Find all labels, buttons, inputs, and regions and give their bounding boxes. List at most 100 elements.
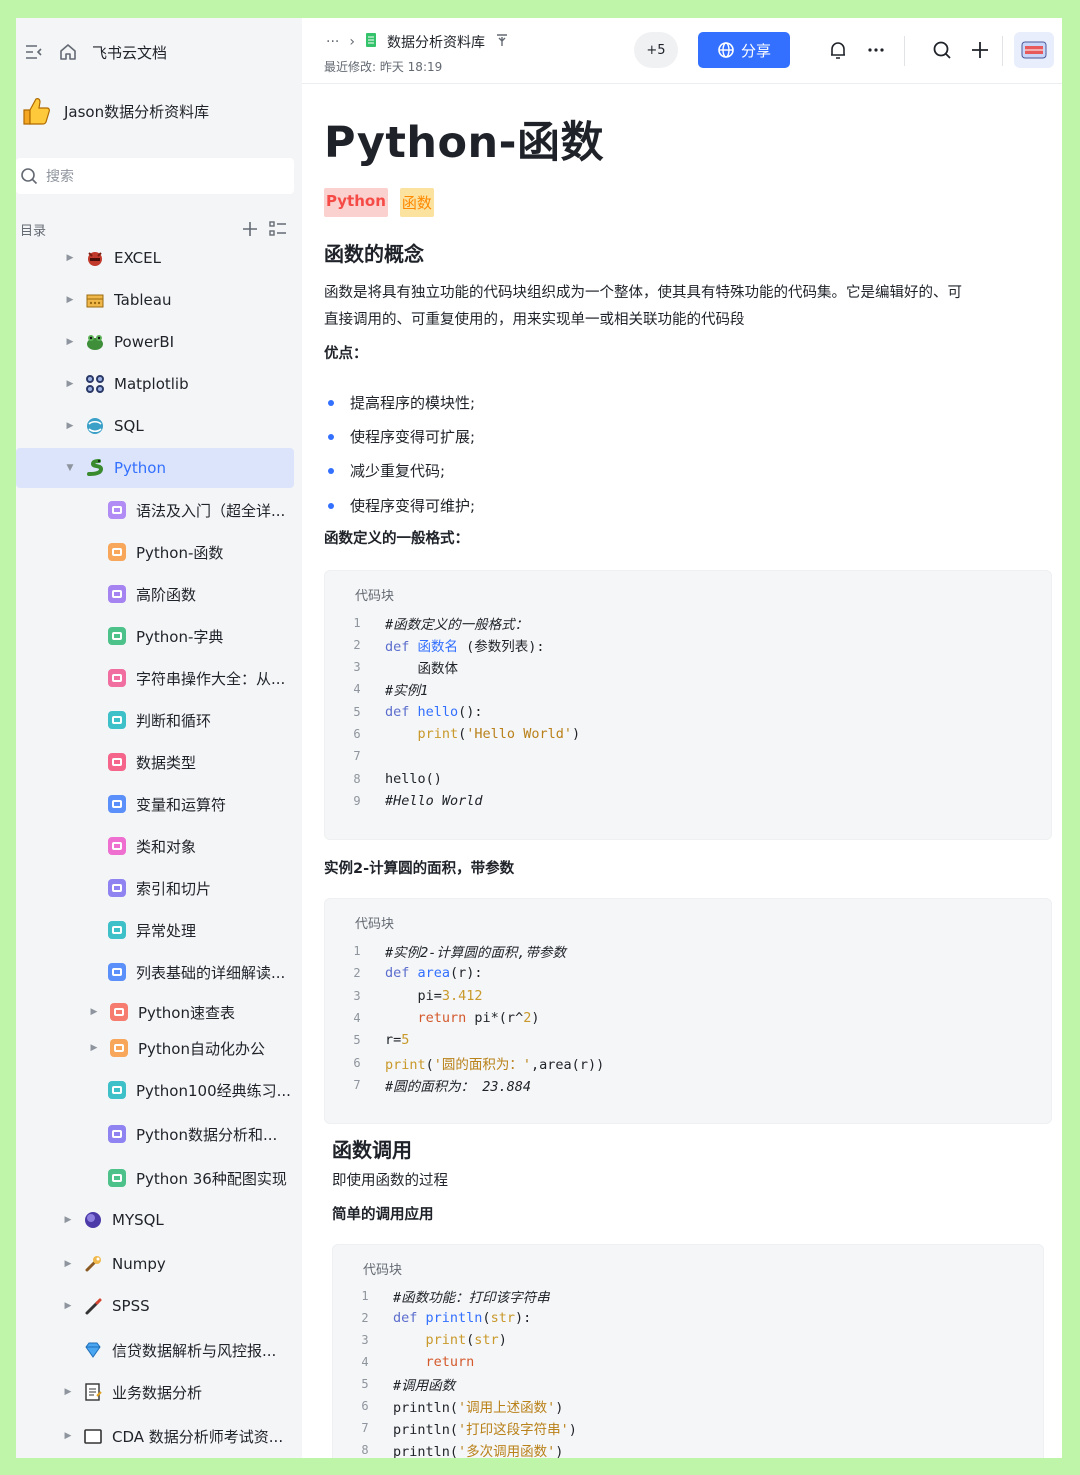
- code-line: 6 print('圆的面积为：',area(r)): [353, 1056, 605, 1073]
- tree-item-doc[interactable]: Python-函数: [106, 532, 296, 572]
- tag-python[interactable]: Python: [324, 188, 388, 217]
- code-block[interactable]: 代码块 1 #函数功能：打印该字符串 2 def println(str): 3 p…: [332, 1244, 1044, 1458]
- tree-item-credit-report[interactable]: 信贷数据解析与风控报...: [82, 1330, 294, 1370]
- tree-item-doc[interactable]: Python 36种配图实现: [106, 1158, 296, 1198]
- breadcrumb: ··· › 数据分析资料库: [326, 32, 509, 52]
- concept-line-1: 函数是将具有独立功能的代码块组织成为一个整体，使其具有特殊功能的代码集。它是编辑…: [324, 285, 962, 301]
- tree-item-mysql[interactable]: ▶ MYSQL: [62, 1200, 294, 1240]
- tree-item-doc[interactable]: ▶ Python自动化办公: [88, 1028, 296, 1068]
- concept-line-2: 直接调用的、可重复使用的，用来实现单一或相关联功能的代码段: [324, 312, 745, 328]
- doc-icon: [106, 793, 128, 815]
- tree-item-tableau[interactable]: ▶ Tableau: [64, 280, 294, 320]
- caret-right-icon[interactable]: ▶: [62, 1387, 74, 1397]
- tree-item-doc[interactable]: ▶ Python速查表: [88, 992, 296, 1032]
- tree-item-label: Python数据分析和...: [136, 1125, 278, 1144]
- doc-icon: [106, 877, 128, 899]
- caret-down-icon[interactable]: ▼: [64, 463, 76, 473]
- tag-function[interactable]: 函数: [399, 188, 434, 217]
- caret-right-icon[interactable]: ▶: [64, 295, 76, 305]
- list-item: 提高程序的模块性;: [328, 392, 475, 413]
- tree-item-spss[interactable]: ▶ SPSS: [62, 1286, 294, 1326]
- caret-right-icon[interactable]: ▶: [62, 1259, 74, 1269]
- tree-item-excel[interactable]: ▶ EXCEL: [64, 238, 294, 278]
- tree-item-doc[interactable]: 语法及入门（超全详...: [106, 490, 296, 530]
- tree-item-label: Numpy: [112, 1255, 166, 1273]
- tree-item-doc[interactable]: 判断和循环: [106, 700, 296, 740]
- caret-right-icon[interactable]: ▶: [88, 1043, 100, 1053]
- list-item-text: 减少重复代码;: [350, 462, 446, 480]
- search-input[interactable]: 搜索: [16, 158, 294, 194]
- tree-item-label: 语法及入门（超全详...: [136, 501, 286, 520]
- space-header[interactable]: Jason数据分析资料库: [20, 94, 209, 128]
- last-modified: 最近修改: 昨天 18:19: [324, 60, 443, 74]
- code-line: 1 #函数功能：打印该字符串: [361, 1289, 550, 1306]
- doc-title[interactable]: Python-函数: [324, 108, 604, 170]
- app-name[interactable]: 飞书云文档: [92, 42, 167, 63]
- code-def-generic: def 函数名 (参数列表):: [385, 639, 545, 655]
- tree-item-matplotlib[interactable]: ▶ Matplotlib: [64, 364, 294, 404]
- tree-item-doc[interactable]: 数据类型: [106, 742, 296, 782]
- tree-item-business-analysis[interactable]: ▶ 业务数据分析: [62, 1372, 294, 1412]
- code-block[interactable]: 代码块 1 #函数定义的一般格式： 2 def 函数名 (参数列表): 3 函数体 …: [324, 570, 1052, 840]
- caret-right-icon[interactable]: ▶: [64, 421, 76, 431]
- tree-options-icon[interactable]: [266, 218, 290, 240]
- code-line: 3 函数体: [353, 660, 459, 677]
- doc-icon: [108, 1001, 130, 1023]
- doc-icon: [106, 919, 128, 941]
- header-divider: [904, 36, 905, 66]
- add-icon[interactable]: [238, 218, 262, 240]
- tree-item-numpy[interactable]: ▶ Numpy: [62, 1244, 294, 1284]
- tree-item-cda[interactable]: ▶ CDA 数据分析师考试资...: [62, 1416, 298, 1456]
- search-icon[interactable]: [928, 36, 956, 64]
- tree-item-sql[interactable]: ▶ SQL: [64, 406, 294, 446]
- collapse-sidebar-icon[interactable]: [24, 42, 44, 62]
- tree-item-doc[interactable]: Python-字典: [106, 616, 296, 656]
- tree-item-doc[interactable]: 高阶函数: [106, 574, 296, 614]
- pin-icon[interactable]: [495, 33, 509, 51]
- box-icon: [84, 289, 106, 311]
- tree-item-doc[interactable]: 索引和切片: [106, 868, 296, 908]
- tree-item-doc[interactable]: 列表基础的详细解读...: [106, 952, 296, 992]
- breadcrumb-more[interactable]: ···: [326, 34, 339, 50]
- tree-item-doc[interactable]: Python100经典练习...: [106, 1070, 296, 1110]
- list-item: 使程序变得可维护;: [328, 495, 475, 516]
- doc-icon: [106, 541, 128, 563]
- share-button[interactable]: 分享: [698, 32, 790, 68]
- bell-icon[interactable]: [824, 36, 852, 64]
- caret-right-icon[interactable]: ▶: [62, 1431, 74, 1441]
- caret-right-icon[interactable]: ▶: [62, 1215, 74, 1225]
- caret-right-icon[interactable]: ▶: [64, 379, 76, 389]
- code-line: 2 def 函数名 (参数列表):: [325, 634, 1051, 656]
- code-line: 6 print('Hello World'): [353, 726, 581, 742]
- tree-item-doc[interactable]: 异常处理: [106, 910, 296, 950]
- tree-item-doc[interactable]: Python数据分析和...: [106, 1114, 296, 1154]
- simple-call-label: 简单的调用应用: [332, 1207, 434, 1223]
- format-label: 函数定义的一般格式：: [324, 531, 469, 547]
- devil-icon: [84, 247, 106, 269]
- globe-icon: [718, 42, 734, 58]
- tree-item-label: EXCEL: [114, 249, 161, 267]
- collaborators-count[interactable]: +5: [634, 32, 678, 68]
- plus-icon[interactable]: [966, 36, 994, 64]
- home-icon[interactable]: [58, 42, 78, 62]
- tree-item-label: Python 36种配图实现: [136, 1169, 287, 1188]
- caret-right-icon[interactable]: ▶: [64, 253, 76, 263]
- breadcrumb-item[interactable]: 数据分析资料库: [387, 32, 485, 52]
- more-icon[interactable]: [862, 36, 890, 64]
- tree-item-label: Matplotlib: [114, 375, 189, 393]
- list-item-text: 提高程序的模块性;: [350, 394, 476, 412]
- doc-icon: [106, 1123, 128, 1145]
- avatar[interactable]: [1014, 32, 1054, 68]
- share-label: 分享: [740, 41, 771, 60]
- caret-right-icon[interactable]: ▶: [62, 1301, 74, 1311]
- caret-right-icon[interactable]: ▶: [88, 1007, 100, 1017]
- tree-item-doc[interactable]: 变量和运算符: [106, 784, 296, 824]
- code-block[interactable]: 代码块 1 #实例2-计算圆的面积,带参数 2 def area(r): 3 pi=…: [324, 898, 1052, 1124]
- tree-item-doc[interactable]: 类和对象: [106, 826, 296, 866]
- list-item-text: 使程序变得可维护;: [350, 497, 476, 515]
- tree-item-python[interactable]: ▼ Python: [16, 448, 294, 488]
- tree-item-powerbi[interactable]: ▶ PowerBI: [64, 322, 294, 362]
- tree-item-doc[interactable]: 字符串操作大全：从...: [106, 658, 296, 698]
- tree-item-label: 索引和切片: [136, 879, 212, 898]
- caret-right-icon[interactable]: ▶: [64, 337, 76, 347]
